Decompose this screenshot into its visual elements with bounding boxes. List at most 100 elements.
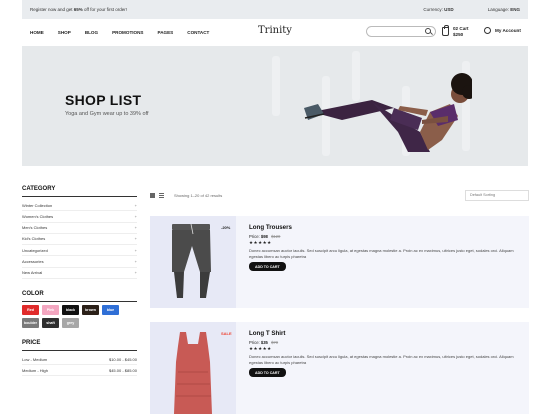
category-item[interactable]: Men's Clothes +	[22, 223, 137, 234]
chevron-right-icon: +	[134, 225, 137, 231]
chevron-right-icon: +	[134, 213, 137, 219]
price-label: Price:	[249, 234, 260, 239]
category-label: Men's Clothes	[22, 225, 48, 231]
nav-shop[interactable]: SHOP	[58, 30, 71, 35]
color-swatch-pink[interactable]: Pink	[42, 304, 59, 315]
price-filter-item[interactable]: Low - Medium $10.00 - $45.00	[22, 354, 137, 366]
category-item[interactable]: Women's Clothes +	[22, 211, 137, 223]
category-item[interactable]: Uncategorized +	[22, 245, 137, 257]
account-label: My Account	[495, 28, 521, 33]
language-selector[interactable]: Language: ENG	[488, 7, 520, 12]
color-swatch-grey[interactable]: grey	[62, 317, 79, 328]
color-heading: COLOR	[22, 291, 137, 302]
shop-toolbar: Showing 1–20 of 42 results Default Sorti…	[150, 189, 529, 201]
price-filter-list: Low - Medium $10.00 - $45.00 Medium - Hig…	[22, 354, 137, 377]
cart-count: 02 Cart	[453, 26, 469, 31]
add-to-cart-button[interactable]: ADD TO CART	[249, 262, 286, 272]
color-swatch-blue[interactable]: blue	[102, 304, 119, 315]
promo-text: Register now and get 65% off for your fi…	[30, 7, 127, 12]
price-filter-item[interactable]: Medium - High $45.00 - $85.00	[22, 365, 137, 377]
promo-suffix: off for your first order!	[82, 7, 127, 12]
sort-select[interactable]: Default Sorting	[465, 189, 529, 201]
category-list: Winter Collection + Women's Clothes + Men'…	[22, 200, 137, 279]
price-filter-label: Low - Medium	[22, 356, 48, 362]
product-price: Price: $98 $120	[249, 234, 519, 239]
color-swatch-shaft[interactable]: shaft	[42, 317, 59, 328]
price-filter-range: $10.00 - $45.00	[108, 356, 137, 362]
hero-decoration	[272, 56, 280, 116]
rating-stars: ★★★★★	[249, 240, 272, 245]
category-item[interactable]: Kid's Clothes +	[22, 234, 137, 246]
current-price: $98	[260, 234, 268, 239]
chevron-right-icon: +	[134, 247, 137, 253]
product-card: SALE Long T Shirt Price: $35 $70 ★★★★★ D…	[150, 322, 529, 414]
site-logo[interactable]: Trinity	[258, 25, 292, 36]
account-link[interactable]: My Account	[484, 27, 521, 34]
add-to-cart-button[interactable]: ADD TO CART	[249, 368, 286, 378]
color-swatches: Red Pink black brown blue boulder shaft …	[22, 304, 122, 328]
hero-model-image	[304, 73, 472, 152]
chevron-right-icon: +	[134, 270, 137, 276]
product-price: Price: $35 $70	[249, 340, 519, 345]
shop-sidebar: CATEGORY Winter Collection + Women's Clot…	[22, 186, 137, 377]
color-swatch-red[interactable]: Red	[22, 304, 39, 315]
cart-total: $250	[453, 31, 464, 37]
promo-prefix: Register now and get	[30, 7, 74, 12]
category-item[interactable]: New Arrival +	[22, 268, 137, 279]
category-item[interactable]: Accessories +	[22, 256, 137, 268]
sale-badge: SALE	[221, 331, 232, 336]
price-heading: PRICE	[22, 340, 137, 351]
price-filter-label: Medium - High	[22, 367, 49, 373]
search-icon[interactable]	[425, 28, 431, 34]
currency-value[interactable]: USD	[444, 7, 454, 12]
language-value[interactable]: ENG	[510, 7, 520, 12]
price-label: Price:	[249, 340, 260, 345]
category-label: Uncategorized	[22, 247, 48, 253]
discount-badge: -20%	[221, 225, 231, 230]
cart-button[interactable]: 02 Cart $250	[442, 25, 469, 37]
chevron-right-icon: +	[134, 236, 137, 242]
product-name[interactable]: Long T Shirt	[249, 330, 519, 337]
color-swatch-brown[interactable]: brown	[82, 304, 99, 315]
category-item[interactable]: Winter Collection +	[22, 200, 137, 212]
results-count: Showing 1–20 of 42 results	[174, 192, 223, 198]
category-heading: CATEGORY	[22, 186, 137, 197]
search-input[interactable]	[366, 26, 436, 37]
nav-contact[interactable]: CONTACT	[187, 30, 209, 35]
category-label: Women's Clothes	[22, 213, 54, 219]
chevron-right-icon: +	[134, 259, 137, 264]
product-description: Donec accumsan auctor iaculis. Sed susci…	[249, 248, 514, 259]
grid-view-icon[interactable]	[150, 192, 155, 198]
hero-banner: SHOP LIST Yoga and Gym wear up to 39% of…	[22, 46, 528, 166]
shopping-bag-icon	[442, 25, 449, 36]
color-swatch-black[interactable]: black	[62, 304, 79, 315]
currency-label: Currency:	[423, 7, 443, 12]
price-filter-range: $45.00 - $85.00	[108, 367, 137, 373]
main-nav: HOME SHOP BLOG PROMOTIONS PAGES CONTACT	[30, 30, 209, 35]
category-label: Kid's Clothes	[22, 236, 46, 242]
category-label: Accessories	[22, 259, 44, 264]
nav-pages[interactable]: PAGES	[158, 30, 174, 35]
current-price: $35	[260, 340, 268, 345]
old-price: $120	[271, 234, 281, 239]
product-description: Donec accumsan auctor iaculis. Sed susci…	[249, 354, 514, 365]
promo-discount: 65%	[73, 7, 83, 12]
nav-promotions[interactable]: PROMOTIONS	[112, 30, 143, 35]
list-view-icon[interactable]	[159, 192, 164, 198]
category-label: New Arrival	[22, 270, 43, 276]
product-name[interactable]: Long Trousers	[249, 224, 519, 231]
chevron-right-icon: +	[134, 202, 137, 208]
page-title: SHOP LIST	[65, 92, 142, 108]
top-promo-bar: Register now and get 65% off for your fi…	[22, 0, 528, 19]
language-label: Language:	[487, 7, 509, 12]
currency-selector[interactable]: Currency: USD	[423, 7, 453, 12]
nav-home[interactable]: HOME	[30, 30, 44, 35]
color-swatch-boulder[interactable]: boulder	[22, 317, 39, 328]
product-card: -20% Long Trousers Price: $98 $120 ★★★★★…	[150, 216, 529, 308]
page-subtitle: Yoga and Gym wear up to 39% off	[65, 111, 149, 117]
rating-stars: ★★★★★	[249, 346, 272, 351]
old-price: $70	[271, 340, 279, 345]
category-label: Winter Collection	[22, 202, 53, 208]
main-header: HOME SHOP BLOG PROMOTIONS PAGES CONTACT …	[22, 19, 528, 45]
nav-blog[interactable]: BLOG	[85, 30, 98, 35]
